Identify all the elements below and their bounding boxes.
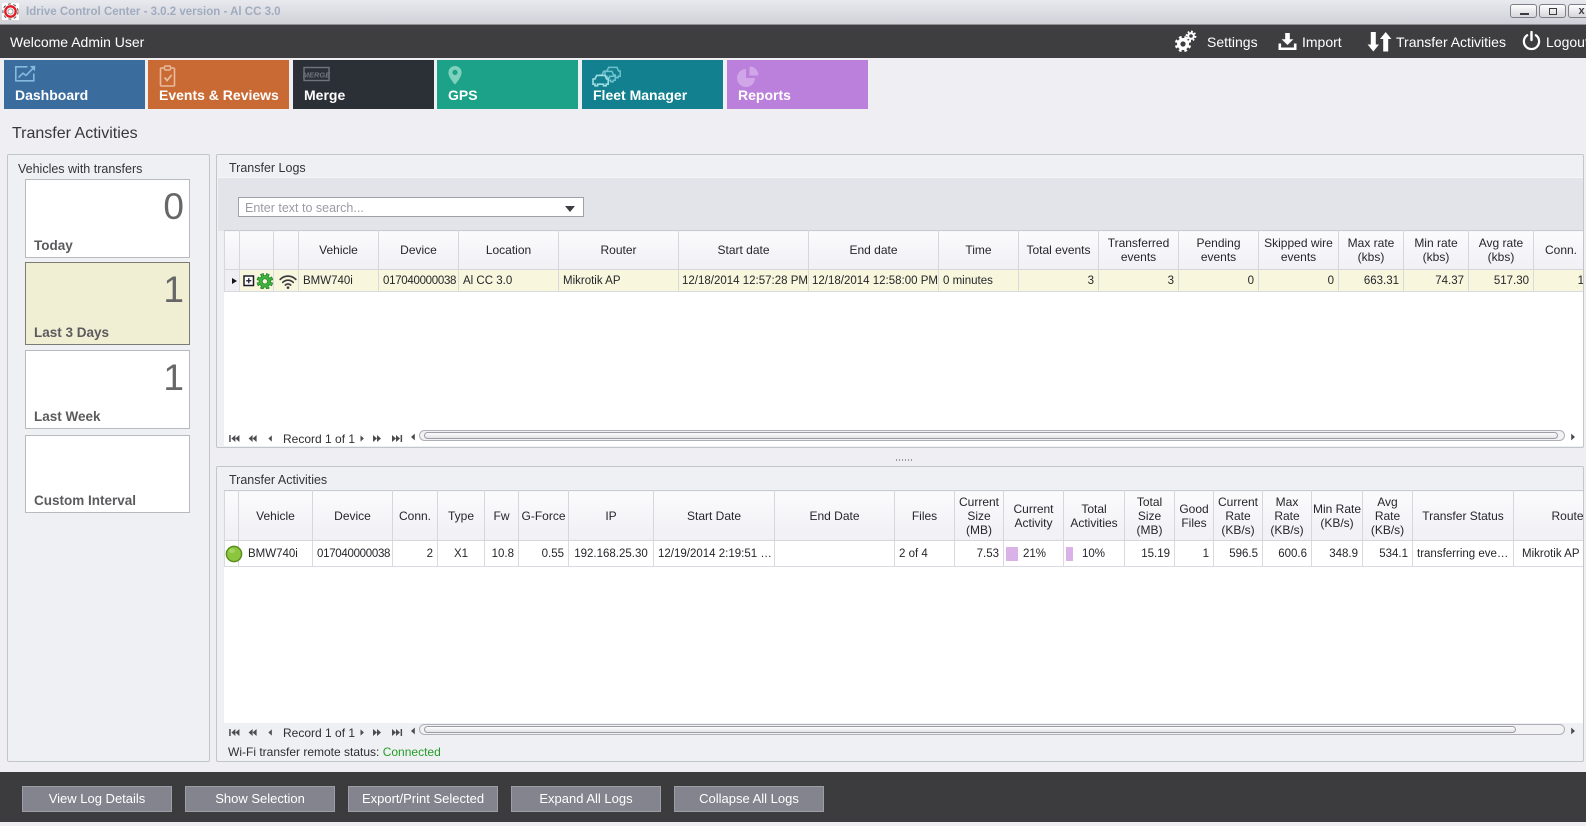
svg-text:MERGE: MERGE [303,71,331,80]
svg-text:Record 1 of 1: Record 1 of 1 [283,432,355,446]
svg-text:Record 1 of 1: Record 1 of 1 [283,726,355,740]
